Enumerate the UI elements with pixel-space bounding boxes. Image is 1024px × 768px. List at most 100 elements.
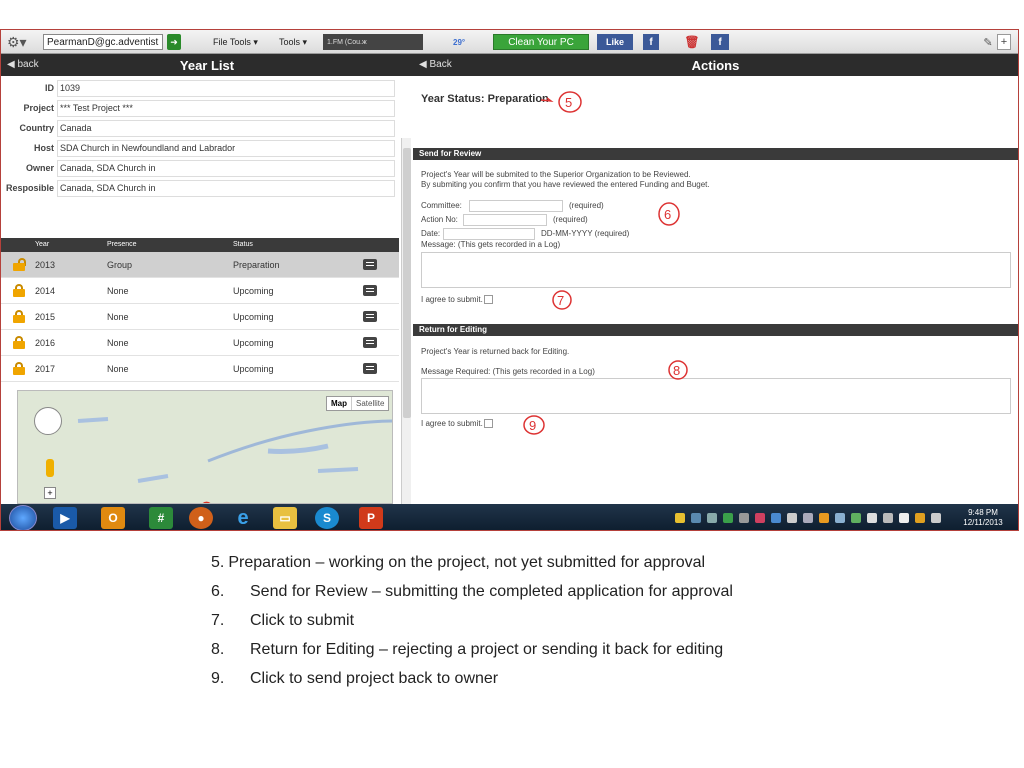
system-clock[interactable]: 9:48 PM 12/11/2013 bbox=[953, 508, 1013, 528]
map[interactable]: + Map Satellite bbox=[17, 390, 393, 504]
field-value[interactable]: Canada bbox=[57, 119, 395, 137]
facebook-like-button[interactable]: Like bbox=[597, 34, 633, 50]
tray-icon[interactable] bbox=[915, 513, 925, 523]
firefox-icon[interactable]: ● bbox=[189, 507, 213, 529]
agree-label: I agree to submit. bbox=[421, 419, 483, 428]
row-status: Upcoming bbox=[233, 312, 274, 322]
lock-icon bbox=[13, 336, 25, 349]
map-type-map[interactable]: Map bbox=[327, 397, 351, 410]
file-explorer-icon[interactable]: ▭ bbox=[273, 507, 297, 529]
gear-icon[interactable]: ⚙▾ bbox=[7, 34, 29, 50]
return-agree-checkbox[interactable] bbox=[483, 419, 493, 429]
note-text: Click to send project back to owner bbox=[250, 670, 499, 687]
row-year: 2014 bbox=[35, 286, 56, 296]
signal-icon[interactable] bbox=[867, 513, 877, 523]
table-row[interactable]: 2015 None Upcoming bbox=[1, 304, 399, 330]
facebook-icon[interactable]: f bbox=[643, 34, 659, 50]
table-row[interactable]: 2013 Group Preparation bbox=[1, 252, 399, 278]
facebook-notification-icon[interactable]: f bbox=[711, 34, 729, 50]
tray-icon[interactable] bbox=[691, 513, 701, 523]
field-value[interactable]: Canada, SDA Church in bbox=[57, 179, 395, 197]
volume-icon[interactable] bbox=[899, 513, 909, 523]
add-icon[interactable]: + bbox=[997, 34, 1011, 50]
vertical-scrollbar[interactable] bbox=[401, 138, 411, 526]
field-label: Host bbox=[34, 143, 54, 153]
column-header-year: Year bbox=[35, 241, 50, 248]
year-table-header: Year Presence Status bbox=[1, 238, 399, 252]
committee-input[interactable] bbox=[469, 200, 563, 212]
clock-time: 9:48 PM bbox=[968, 508, 998, 517]
return-message-textarea[interactable] bbox=[421, 378, 1011, 414]
radio-station[interactable]: 1.FM (Cou.ж bbox=[323, 34, 423, 50]
note-item: 9. Click to send project back to owner bbox=[211, 669, 733, 698]
annotation-5: 5 bbox=[565, 95, 572, 110]
pan-control-icon[interactable] bbox=[34, 407, 62, 435]
internet-explorer-icon[interactable]: e bbox=[231, 507, 255, 529]
field-label: Project bbox=[23, 103, 54, 113]
date-input[interactable] bbox=[443, 228, 535, 240]
outlook-icon[interactable]: O bbox=[101, 507, 125, 529]
go-arrow-icon[interactable]: ➜ bbox=[167, 34, 181, 50]
table-row[interactable]: 2014 None Upcoming bbox=[1, 278, 399, 304]
screenshot-frame: ⚙▾ PearmanD@gc.adventist ➜ File Tools ▾ … bbox=[0, 29, 1019, 531]
field-value[interactable]: SDA Church in Newfoundland and Labrador bbox=[57, 139, 395, 157]
date-required: DD-MM-YYYY (required) bbox=[541, 229, 630, 238]
field-row-project: Project *** Test Project *** bbox=[1, 98, 399, 118]
table-row[interactable]: 2016 None Upcoming bbox=[1, 330, 399, 356]
email-dropdown[interactable]: PearmanD@gc.adventist bbox=[43, 34, 163, 50]
field-value[interactable]: 1039 bbox=[57, 79, 395, 97]
zoom-in-icon[interactable]: + bbox=[44, 487, 56, 499]
weather-icon[interactable]: 29° bbox=[453, 34, 483, 50]
tray-icon[interactable] bbox=[819, 513, 829, 523]
row-menu-icon[interactable] bbox=[363, 285, 377, 296]
row-menu-icon[interactable] bbox=[363, 363, 377, 374]
field-value[interactable]: *** Test Project *** bbox=[57, 99, 395, 117]
tray-icon[interactable] bbox=[675, 513, 685, 523]
powerpoint-icon[interactable]: P bbox=[359, 507, 383, 529]
tray-icon[interactable] bbox=[835, 513, 845, 523]
clean-your-pc-button[interactable]: Clean Your PC bbox=[493, 34, 589, 50]
media-player-icon[interactable]: ▶ bbox=[53, 507, 77, 529]
review-message-textarea[interactable] bbox=[421, 252, 1011, 288]
annotation-circle bbox=[552, 290, 572, 310]
table-row[interactable]: 2017 None Upcoming bbox=[1, 356, 399, 382]
annotation-9: 9 bbox=[529, 418, 536, 433]
street-view-pegman-icon[interactable] bbox=[46, 459, 54, 477]
scrollbar-thumb[interactable] bbox=[403, 148, 411, 418]
tools-menu[interactable]: Tools ▾ bbox=[279, 34, 307, 50]
action-no-input[interactable] bbox=[463, 214, 547, 226]
agree-checkbox[interactable] bbox=[483, 295, 493, 305]
map-type-satellite[interactable]: Satellite bbox=[351, 397, 388, 410]
return-description: Project's Year is returned back for Edit… bbox=[421, 347, 570, 356]
tray-icon[interactable] bbox=[707, 513, 717, 523]
trash-icon[interactable]: 🗑 bbox=[684, 34, 699, 50]
file-tools-menu[interactable]: File Tools ▾ bbox=[213, 34, 258, 50]
annotation-8: 8 bbox=[673, 363, 680, 378]
system-tray bbox=[675, 511, 945, 525]
tray-icon[interactable] bbox=[723, 513, 733, 523]
project-details-form: ID 1039 Project *** Test Project *** Count… bbox=[1, 78, 399, 198]
field-value[interactable]: Canada, SDA Church in bbox=[57, 159, 395, 177]
tray-icon[interactable] bbox=[771, 513, 781, 523]
tray-icon[interactable] bbox=[787, 513, 797, 523]
lock-icon bbox=[13, 284, 25, 297]
row-menu-icon[interactable] bbox=[363, 311, 377, 322]
calculator-icon[interactable]: # bbox=[149, 507, 173, 529]
field-row-host: Host SDA Church in Newfoundland and Labra… bbox=[1, 138, 399, 158]
tray-icon[interactable] bbox=[755, 513, 765, 523]
power-icon[interactable] bbox=[931, 513, 941, 523]
skype-icon[interactable]: S bbox=[315, 507, 339, 529]
tray-icon[interactable] bbox=[739, 513, 749, 523]
note-text: Click to submit bbox=[250, 612, 355, 629]
tray-icon[interactable] bbox=[851, 513, 861, 523]
date-label: Date: bbox=[421, 229, 441, 238]
field-row-country: Country Canada bbox=[1, 118, 399, 138]
wrench-icon[interactable]: ✎ bbox=[981, 34, 995, 50]
file-tools-label: File Tools bbox=[213, 37, 251, 47]
row-menu-icon[interactable] bbox=[363, 337, 377, 348]
field-row-owner: Owner Canada, SDA Church in bbox=[1, 158, 399, 178]
tray-icon[interactable] bbox=[803, 513, 813, 523]
network-icon[interactable] bbox=[883, 513, 893, 523]
row-menu-icon[interactable] bbox=[363, 259, 377, 270]
start-button-icon[interactable] bbox=[9, 505, 37, 530]
